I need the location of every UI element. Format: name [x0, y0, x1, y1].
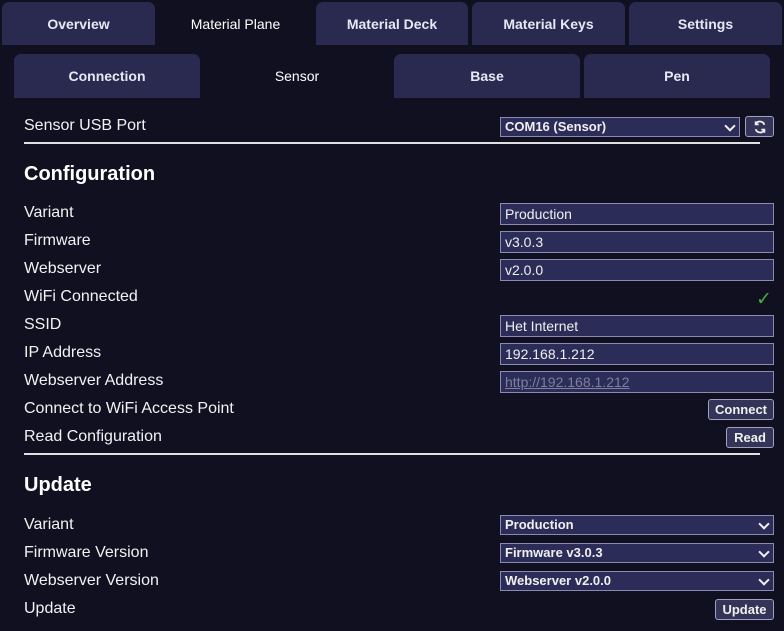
config-firmware-field[interactable]: v3.0.3: [500, 231, 774, 253]
sensor-usb-port-label: Sensor USB Port: [24, 117, 146, 134]
config-webserver-field[interactable]: v2.0.0: [500, 259, 774, 281]
tab-base[interactable]: Base: [394, 54, 580, 98]
tab-connection[interactable]: Connection: [14, 54, 200, 98]
config-webserver-label: Webserver: [24, 260, 102, 277]
tab-settings[interactable]: Settings: [629, 2, 782, 45]
chevron-down-icon: [758, 574, 770, 586]
configuration-heading: Configuration: [24, 163, 156, 185]
tab-sensor[interactable]: Sensor: [204, 54, 390, 98]
chevron-down-icon: [758, 518, 770, 530]
read-config-label: Read Configuration: [24, 428, 162, 445]
webserver-version-value: Webserver v2.0.0: [505, 573, 611, 588]
tab-material-plane[interactable]: Material Plane: [158, 2, 313, 45]
firmware-version-value: Firmware v3.0.3: [505, 545, 603, 560]
wifi-connected-label: WiFi Connected: [24, 288, 138, 305]
update-variant-label: Variant: [24, 516, 74, 533]
tab-pen[interactable]: Pen: [584, 54, 770, 98]
chevron-down-icon: [758, 546, 770, 558]
tab-overview[interactable]: Overview: [2, 2, 155, 45]
update-variant-select[interactable]: Production: [500, 515, 774, 535]
refresh-icon: [754, 120, 765, 133]
chevron-down-icon: [724, 120, 736, 132]
tab-material-keys[interactable]: Material Keys: [472, 2, 625, 45]
checkmark-icon: ✓: [756, 289, 772, 310]
connect-button[interactable]: Connect: [708, 399, 774, 420]
sub-tab-bar: Connection Sensor Base Pen: [0, 54, 784, 98]
firmware-version-select[interactable]: Firmware v3.0.3: [500, 543, 774, 563]
sensor-usb-port-select[interactable]: COM16 (Sensor): [500, 117, 740, 137]
top-tab-bar: Overview Material Plane Material Deck Ma…: [0, 0, 784, 46]
section-divider-2: [24, 453, 760, 455]
refresh-port-button[interactable]: [745, 116, 774, 137]
webserver-version-select[interactable]: Webserver v2.0.0: [500, 571, 774, 591]
ssid-label: SSID: [24, 316, 62, 333]
update-heading: Update: [24, 474, 92, 496]
sensor-usb-port-value: COM16 (Sensor): [505, 119, 607, 134]
firmware-version-label: Firmware Version: [24, 544, 149, 561]
connect-wifi-label: Connect to WiFi Access Point: [24, 400, 234, 417]
section-divider: [24, 142, 760, 144]
update-variant-value: Production: [505, 517, 574, 532]
ip-address-label: IP Address: [24, 344, 102, 361]
read-button[interactable]: Read: [726, 427, 774, 448]
webserver-address-label: Webserver Address: [24, 372, 164, 389]
config-variant-label: Variant: [24, 204, 74, 221]
ip-address-field[interactable]: 192.168.1.212: [500, 343, 774, 365]
webserver-address-link[interactable]: http://192.168.1.212: [500, 371, 774, 393]
config-variant-field[interactable]: Production: [500, 203, 774, 225]
update-button[interactable]: Update: [715, 599, 774, 620]
update-label: Update: [24, 600, 76, 617]
webserver-version-label: Webserver Version: [24, 572, 159, 589]
ssid-field[interactable]: Het Internet: [500, 315, 774, 337]
config-firmware-label: Firmware: [24, 232, 91, 249]
tab-material-deck[interactable]: Material Deck: [316, 2, 468, 45]
